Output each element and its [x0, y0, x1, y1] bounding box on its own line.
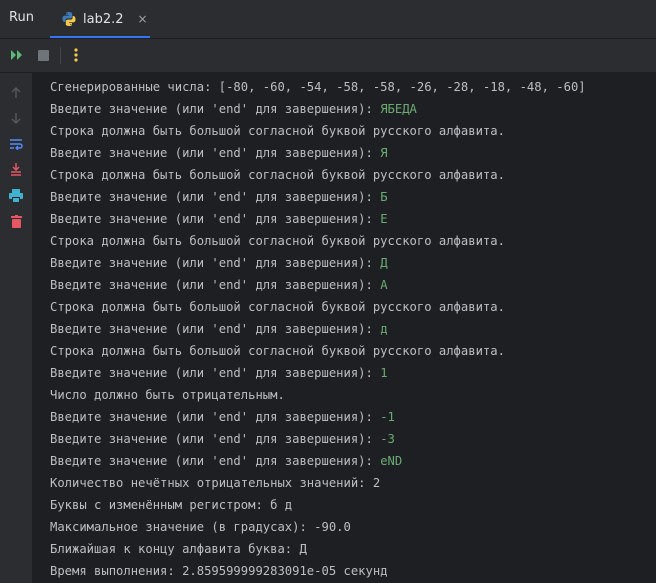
console-line: Введите значение (или 'end' для завершен… — [50, 428, 395, 450]
tool-window-header: Run lab2.2 × — [0, 0, 656, 39]
console-output-text: Строка должна быть большой согласной бук… — [50, 234, 505, 248]
console-output-text: Введите значение (или 'end' для завершен… — [50, 410, 381, 424]
stop-icon[interactable] — [35, 47, 51, 63]
rerun-icon[interactable] — [9, 47, 25, 63]
console-output-text: Введите значение (или 'end' для завершен… — [50, 256, 381, 270]
console-line: Введите значение (или 'end' для завершен… — [50, 318, 388, 340]
console-output-text: Введите значение (или 'end' для завершен… — [50, 366, 381, 380]
console-line: Строка должна быть большой согласной бук… — [50, 230, 505, 252]
console-user-input: -1 — [380, 410, 395, 424]
console-line: Введите значение (или 'end' для завершен… — [50, 450, 402, 472]
tab-label: lab2.2 — [83, 11, 124, 27]
arrow-down-icon[interactable] — [8, 110, 24, 126]
console-output-text: Введите значение (или 'end' для завершен… — [50, 454, 381, 468]
python-icon — [62, 12, 76, 26]
console-line: Строка должна быть большой согласной бук… — [50, 164, 505, 186]
console-line: Ближайшая к концу алфавита буква: Д — [50, 538, 307, 560]
console-output-text: Число должно быть отрицательным. — [50, 388, 285, 402]
console-line: Введите значение (или 'end' для завершен… — [50, 142, 388, 164]
run-toolbar — [0, 39, 656, 73]
console-output-text: Введите значение (или 'end' для завершен… — [50, 322, 381, 336]
console-user-input: eND — [380, 454, 403, 468]
console-output-text: Строка должна быть большой согласной бук… — [50, 344, 505, 358]
console-output-text: Время выполнения: 2.859599999283091e-05 … — [50, 564, 388, 578]
console-line: Максимальное значение (в градусах): -90.… — [50, 516, 351, 538]
console-user-input: -3 — [380, 432, 395, 446]
console-output-text: Количество нечётных отрицательных значен… — [50, 476, 381, 490]
console-output-text: Введите значение (или 'end' для завершен… — [50, 278, 381, 292]
scroll-to-end-icon[interactable] — [8, 161, 24, 177]
console-line: Введите значение (или 'end' для завершен… — [50, 406, 395, 428]
console-user-input: 1 — [380, 366, 388, 380]
console-line: Строка должна быть большой согласной бук… — [50, 340, 505, 362]
toolbar-divider — [60, 47, 61, 64]
console-output-text: Ближайшая к концу алфавита буква: Д — [50, 542, 307, 556]
console-line: Введите значение (или 'end' для завершен… — [50, 274, 388, 296]
console-user-input: д — [380, 322, 388, 336]
console-line: Количество нечётных отрицательных значен… — [50, 472, 380, 494]
console-output-text: Введите значение (или 'end' для завершен… — [50, 146, 381, 160]
console-line: Введите значение (или 'end' для завершен… — [50, 186, 388, 208]
console-line: Введите значение (или 'end' для завершен… — [50, 362, 388, 384]
console-output-text: Введите значение (или 'end' для завершен… — [50, 212, 381, 226]
console-line: Число должно быть отрицательным. — [50, 384, 285, 406]
tab-lab2-2[interactable]: lab2.2 × — [50, 0, 150, 38]
console-line: Строка должна быть большой согласной бук… — [50, 120, 505, 142]
console-user-input: Д — [380, 256, 388, 270]
console-output-text: Строка должна быть большой согласной бук… — [50, 124, 505, 138]
console-output-text: Буквы с изменённым регистром: б д — [50, 498, 293, 512]
console-line: Введите значение (или 'end' для завершен… — [50, 252, 388, 274]
more-options-icon[interactable] — [68, 47, 84, 63]
console-line: Строка должна быть большой согласной бук… — [50, 296, 505, 318]
print-icon[interactable] — [8, 187, 24, 203]
console-output[interactable]: Сгенерированные числа: [-80, -60, -54, -… — [32, 73, 656, 583]
run-window-title: Run — [9, 10, 34, 25]
console-user-input: ЯБЕДА — [380, 102, 417, 116]
console-output-text: Строка должна быть большой согласной бук… — [50, 300, 505, 314]
console-line: Введите значение (или 'end' для завершен… — [50, 208, 388, 230]
console-output-text: Максимальное значение (в градусах): -90.… — [50, 520, 351, 534]
console-user-input: Б — [380, 190, 388, 204]
console-output-text: Строка должна быть большой согласной бук… — [50, 168, 505, 182]
arrow-up-icon[interactable] — [8, 85, 24, 101]
console-line: Введите значение (или 'end' для завершен… — [50, 98, 417, 120]
console-output-text: Сгенерированные числа: [-80, -60, -54, -… — [50, 80, 586, 94]
console-user-input: Е — [380, 212, 388, 226]
trash-icon[interactable] — [8, 213, 24, 229]
soft-wrap-icon[interactable] — [8, 136, 24, 152]
active-tab-indicator — [50, 36, 150, 38]
console-output-text: Введите значение (или 'end' для завершен… — [50, 190, 381, 204]
console-output-text: Введите значение (или 'end' для завершен… — [50, 432, 381, 446]
console-user-input: Я — [380, 146, 388, 160]
console-line: Время выполнения: 2.859599999283091e-05 … — [50, 560, 388, 582]
console-user-input: А — [380, 278, 388, 292]
console-side-toolbar — [0, 73, 32, 583]
close-tab-icon[interactable]: × — [138, 12, 148, 26]
console-line: Сгенерированные числа: [-80, -60, -54, -… — [50, 76, 586, 98]
console-line: Буквы с изменённым регистром: б д — [50, 494, 292, 516]
console-output-text: Введите значение (или 'end' для завершен… — [50, 102, 381, 116]
